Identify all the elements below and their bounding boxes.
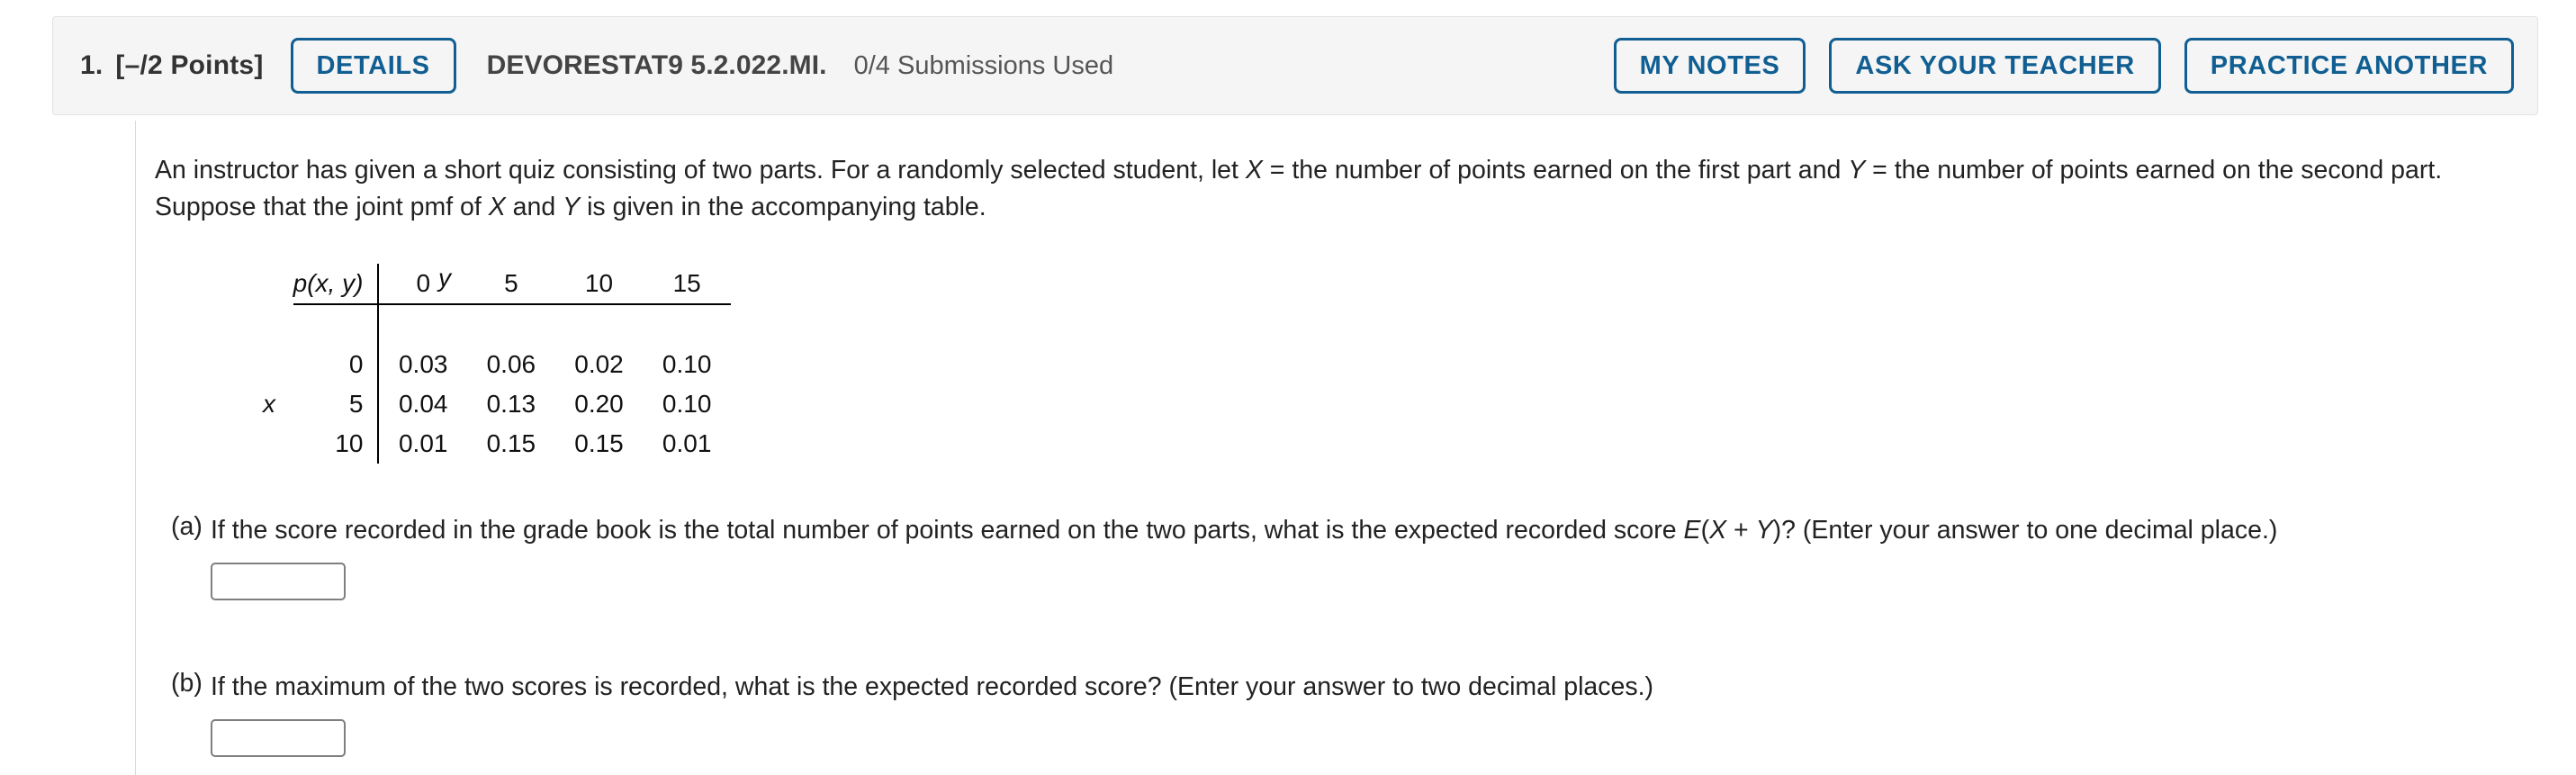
problem-text-2: = the number of points earned on the fir…	[1262, 155, 1849, 185]
pmf-rule-spacer	[263, 304, 293, 345]
pmf-table: p(x, y) 0 5 10 15 0 0.03 0.06 0.02 0.10 …	[263, 263, 731, 464]
table-row: 10 0.01 0.15 0.15 0.01	[263, 423, 731, 464]
content-divider	[135, 121, 136, 775]
pmf-corner-blank	[263, 264, 293, 304]
pmf-cell-0-0: 0.03	[377, 344, 468, 384]
expr-paren-close: )	[1772, 515, 1782, 545]
part-a-text-1: If the score recorded in the grade book …	[211, 515, 1684, 545]
part-a-answer-input[interactable]	[211, 562, 346, 600]
expected-value-operator: E	[1683, 515, 1701, 545]
pmf-corner-label: p(x, y)	[293, 268, 364, 297]
pmf-cell-2-2: 0.15	[574, 428, 624, 457]
pmf-row-spacer-0	[263, 345, 293, 384]
variable-y: Y	[1848, 155, 1866, 185]
pmf-row-header-0: 0	[348, 349, 364, 378]
pmf-rule-0	[377, 302, 468, 345]
pmf-y-axis-label: y	[438, 263, 451, 292]
pmf-cell-1-3: 0.10	[662, 389, 712, 418]
table-row: x 5 0.04 0.13 0.20 0.10	[263, 383, 731, 424]
question-header-bar: 1. [–/2 Points] DETAILS DEVORESTAT9 5.2.…	[52, 16, 2538, 115]
part-a-text: If the score recorded in the grade book …	[211, 512, 2567, 548]
variable-y-2: Y	[563, 192, 581, 221]
pmf-row-spacer-2	[263, 424, 293, 464]
part-b-text: If the maximum of the two scores is reco…	[211, 671, 1654, 701]
problem-statement: An instructor has given a short quiz con…	[155, 152, 2531, 226]
problem-text-4: and	[505, 192, 563, 221]
ask-your-teacher-button[interactable]: ASK YOUR TEACHER	[1829, 38, 2161, 94]
pmf-cell-2-1: 0.15	[486, 428, 536, 457]
module-code-label: DEVORESTAT9 5.2.022.MI.	[486, 50, 827, 80]
pmf-rule-1	[467, 302, 555, 345]
part-a-letter: (a)	[171, 511, 203, 541]
question-number: 1.	[80, 50, 104, 80]
practice-another-button[interactable]: PRACTICE ANOTHER	[2184, 38, 2514, 94]
pmf-cell-1-0: 0.04	[377, 383, 468, 424]
pmf-cell-0-1: 0.06	[486, 349, 536, 378]
pmf-cell-0-3: 0.10	[662, 349, 712, 378]
expr-variable-x: X	[1709, 515, 1727, 545]
problem-text-1: An instructor has given a short quiz con…	[155, 155, 1246, 185]
pmf-col-header-2: 10	[584, 268, 614, 297]
pmf-cell-2-3: 0.01	[662, 428, 712, 457]
pmf-cell-1-2: 0.20	[574, 389, 624, 418]
part-a-content: If the score recorded in the grade book …	[211, 512, 2567, 600]
pmf-cell-2-0: 0.01	[377, 423, 468, 464]
part-b-letter: (b)	[171, 668, 203, 698]
header-left-group: 1. [–/2 Points] DETAILS DEVORESTAT9 5.2.…	[53, 38, 1113, 94]
pmf-header-row: p(x, y) 0 5 10 15	[263, 263, 731, 304]
part-b-content: If the maximum of the two scores is reco…	[211, 669, 2567, 757]
pmf-rule-3	[643, 302, 731, 345]
details-button[interactable]: DETAILS	[290, 38, 456, 94]
question-part-a: (a) If the score recorded in the grade b…	[155, 512, 2567, 600]
points-label: [–/2 Points]	[115, 50, 264, 80]
pmf-row-header-1: 5	[348, 389, 364, 418]
pmf-table-container: y p(x, y) 0 5 10 15 0 0.03 0.06 0.02 0.1…	[263, 263, 731, 464]
pmf-col-header-1: 5	[504, 268, 518, 297]
pmf-cell-0-2: 0.02	[574, 349, 624, 378]
pmf-x-axis-label: x	[263, 389, 275, 418]
pmf-row-header-2: 10	[335, 428, 364, 457]
expr-variable-y: Y	[1755, 515, 1773, 545]
pmf-rule-corner	[293, 302, 379, 345]
pmf-header-rule	[263, 302, 731, 345]
pmf-col-header-0: 0	[377, 263, 468, 304]
part-a-text-2: ? (Enter your answer to one decimal plac…	[1781, 515, 2278, 545]
my-notes-button[interactable]: MY NOTES	[1613, 38, 1806, 94]
submissions-used-label: 0/4 Submissions Used	[853, 50, 1114, 80]
pmf-col-header-3: 15	[672, 268, 701, 297]
part-b-answer-input[interactable]	[211, 718, 346, 757]
pmf-cell-1-1: 0.13	[486, 389, 536, 418]
expr-paren-open: (	[1700, 515, 1710, 545]
variable-x: X	[1245, 155, 1263, 185]
problem-text-5: is given in the accompanying table.	[580, 192, 986, 221]
question-body: An instructor has given a short quiz con…	[155, 126, 2567, 757]
expr-plus-sign: +	[1726, 515, 1756, 545]
header-right-group: MY NOTES ASK YOUR TEACHER PRACTICE ANOTH…	[1613, 38, 2537, 94]
question-part-b: (b) If the maximum of the two scores is …	[155, 669, 2567, 757]
pmf-rule-2	[554, 302, 644, 345]
table-row: 0 0.03 0.06 0.02 0.10	[263, 344, 731, 384]
variable-x-2: X	[488, 192, 506, 221]
